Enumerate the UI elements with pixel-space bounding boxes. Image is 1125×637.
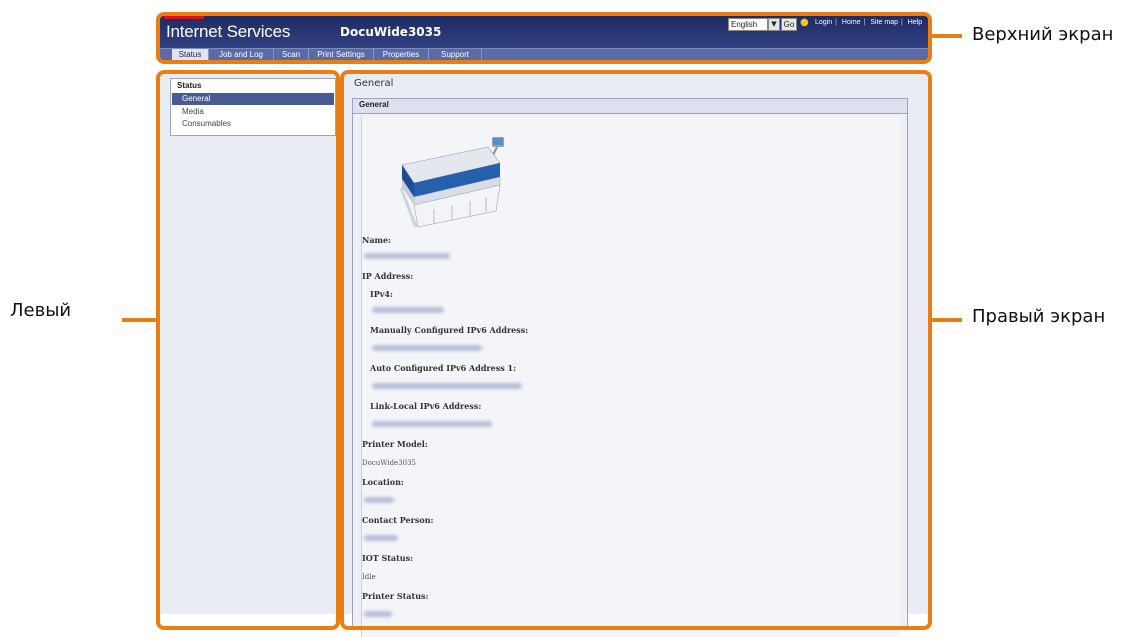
left-screen-frame: [156, 70, 340, 630]
left-annotation-line: [122, 318, 156, 322]
right-screen-frame: [340, 70, 932, 630]
top-screen-frame: [156, 12, 932, 64]
left-annotation-label: Левый: [10, 300, 72, 321]
top-annotation-line: [932, 34, 962, 38]
right-annotation-line: [932, 318, 962, 322]
right-annotation-label: Правый экран: [972, 306, 1106, 327]
top-annotation-label: Верхний экран: [972, 24, 1114, 45]
